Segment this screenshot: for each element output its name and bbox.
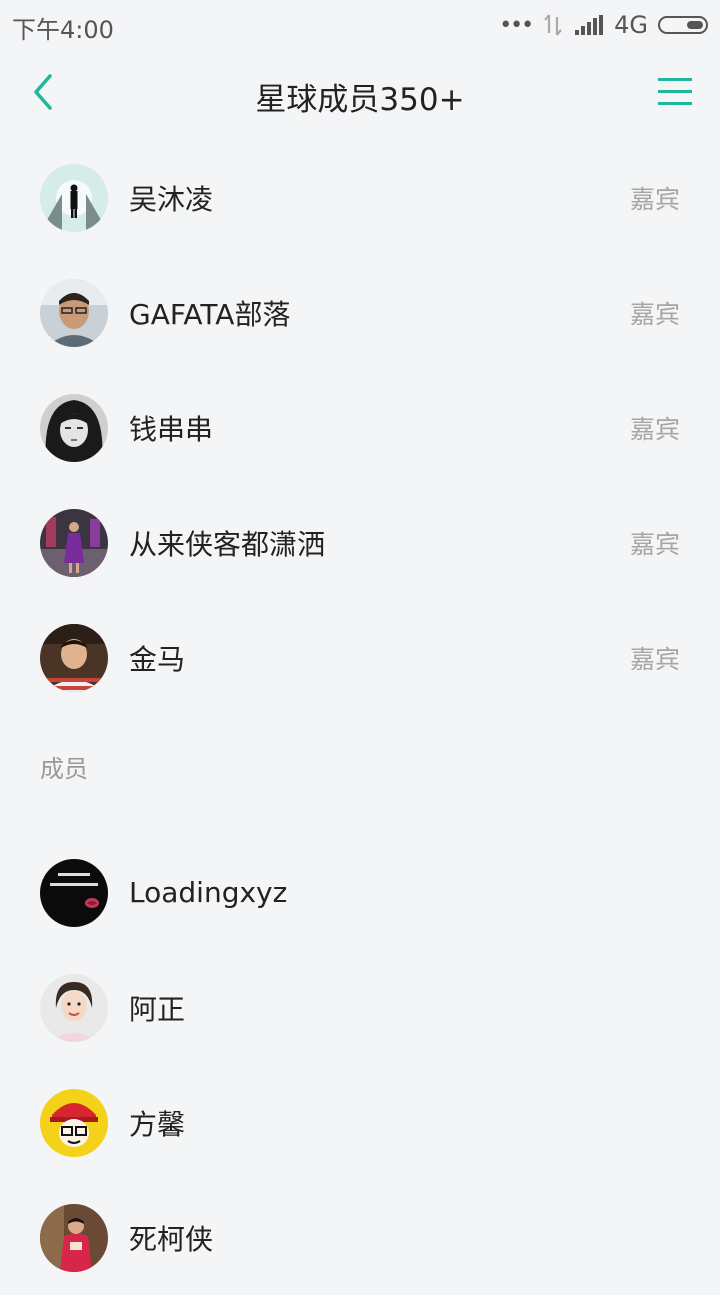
menu-button[interactable] [656,74,696,110]
member-row[interactable]: 阿正 [0,950,720,1065]
avatar [40,163,108,232]
member-name: 钱串串 [129,412,214,446]
guest-row[interactable]: 从来侠客都潇洒 嘉宾 [0,485,720,600]
hamburger-menu-icon [658,78,692,105]
more-dots-icon: ••• [499,12,534,38]
member-row[interactable]: 方馨 [0,1065,720,1180]
role-badge: 嘉宾 [629,529,680,559]
network-type: 4G [614,11,648,39]
avatar [40,973,108,1042]
member-name: 吴沐凌 [129,182,214,216]
status-bar: 下午4:00 ••• 4G [0,0,720,52]
avatar [40,1088,108,1157]
member-name: Loadingxyz [129,876,288,909]
section-title: 成员 [40,755,88,783]
member-row[interactable]: Loadingxyz [0,835,720,950]
role-badge: 嘉宾 [629,184,680,214]
avatar [40,278,108,347]
guest-row[interactable]: 吴沐凌 嘉宾 [0,140,720,255]
member-name: 死柯侠 [129,1222,214,1256]
member-row[interactable]: 死柯侠 [0,1180,720,1295]
signal-icon [575,15,604,35]
role-badge: 嘉宾 [629,299,680,329]
guest-row[interactable]: 钱串串 嘉宾 [0,370,720,485]
data-transfer-icon [544,14,562,36]
guest-row[interactable]: GAFATA部落 嘉宾 [0,255,720,370]
status-time: 下午4:00 [12,16,114,44]
avatar [40,858,108,927]
guest-row[interactable]: 金马 嘉宾 [0,600,720,715]
role-badge: 嘉宾 [629,644,680,674]
nav-bar: 星球成员350+ [0,52,720,136]
status-icons: ••• 4G [499,8,708,42]
member-name: GAFATA部落 [129,297,291,331]
avatar [40,393,108,462]
member-name: 金马 [129,642,186,676]
section-header-members: 成员 [0,715,720,835]
battery-icon [658,16,708,34]
member-name: 从来侠客都潇洒 [129,527,326,561]
avatar [40,508,108,577]
avatar [40,623,108,692]
role-badge: 嘉宾 [629,414,680,444]
avatar [40,1203,108,1272]
member-name: 方馨 [129,1107,186,1141]
page-title: 星球成员350+ [255,82,465,118]
member-name: 阿正 [129,992,186,1026]
member-list: 吴沐凌 嘉宾 GAFATA部落 嘉宾 钱串串 嘉宾 从来侠客都潇洒 嘉宾 金马 … [0,140,720,1295]
